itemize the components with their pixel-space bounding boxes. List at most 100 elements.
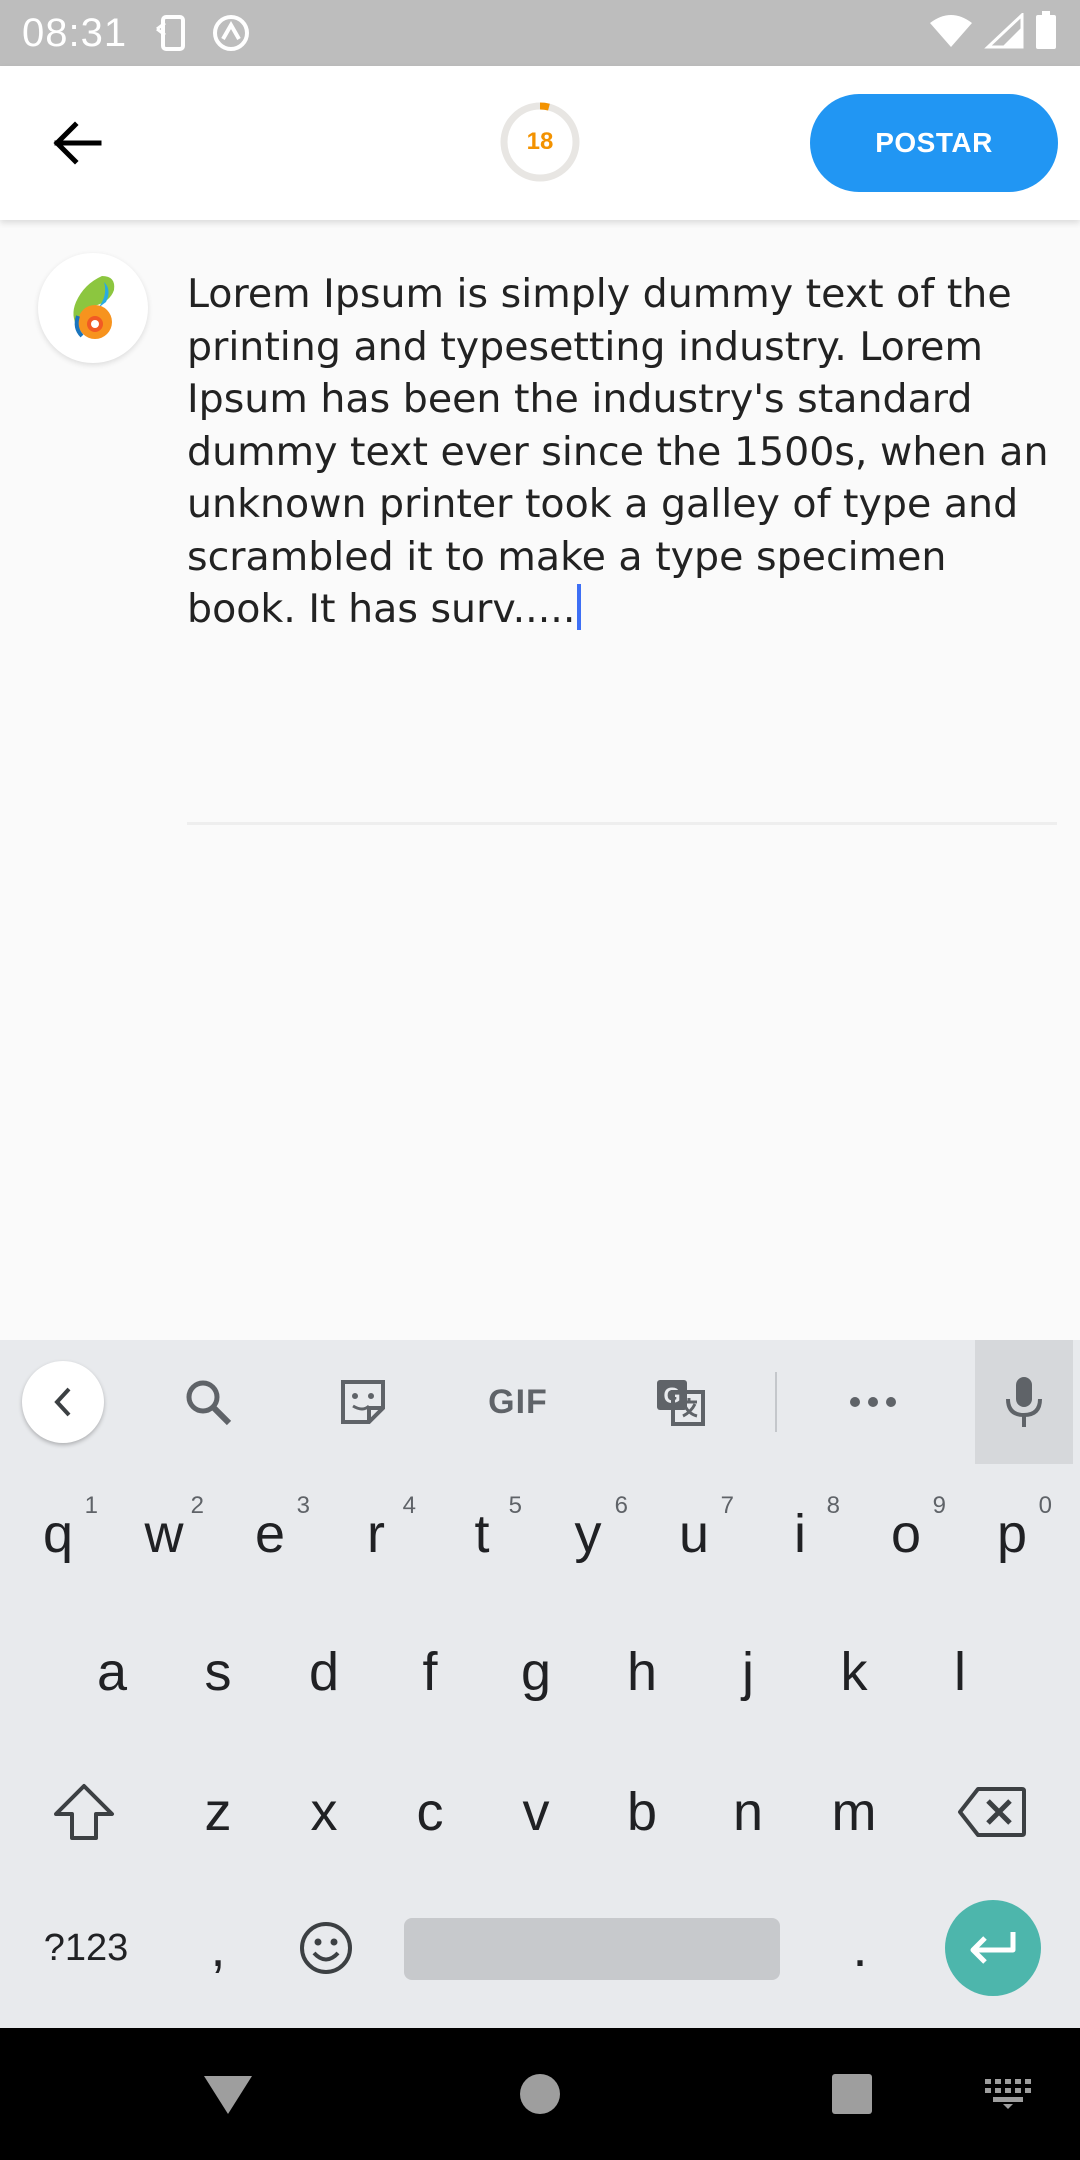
- keyboard-switch-icon: [985, 2079, 1031, 2109]
- nav-recents-icon: [832, 2074, 872, 2114]
- comma-key[interactable]: ,: [168, 1888, 268, 2008]
- symbols-key[interactable]: ?123: [36, 1888, 136, 2008]
- app-logo-icon: [73, 276, 115, 339]
- key-x[interactable]: x: [274, 1752, 374, 1872]
- key-hint: 6: [614, 1492, 628, 1519]
- key-u[interactable]: u7: [644, 1474, 744, 1594]
- screen-rotate-icon: [155, 13, 191, 53]
- key-k[interactable]: k: [804, 1612, 904, 1732]
- gif-label: GIF: [488, 1382, 548, 1421]
- key-l[interactable]: l: [910, 1612, 1010, 1732]
- character-counter: 18: [498, 100, 582, 184]
- key-o[interactable]: o9: [856, 1474, 956, 1594]
- key-t[interactable]: t5: [432, 1474, 532, 1594]
- shift-icon: [54, 1784, 114, 1840]
- enter-icon: [970, 1932, 1016, 1964]
- key-f[interactable]: f: [380, 1612, 480, 1732]
- keyboard-mic-button[interactable]: [975, 1340, 1073, 1464]
- avatar: [38, 253, 148, 363]
- character-counter-value: 18: [526, 128, 554, 155]
- key-y[interactable]: y6: [538, 1474, 638, 1594]
- status-bar: 08:31: [0, 0, 1080, 66]
- key-hint: 3: [296, 1492, 310, 1519]
- sticker-icon: [341, 1380, 385, 1424]
- nav-recents-button[interactable]: [822, 2064, 882, 2124]
- key-label: i: [794, 1504, 806, 1564]
- key-g[interactable]: g: [486, 1612, 586, 1732]
- wifi-icon: [928, 13, 974, 53]
- key-label: t: [474, 1504, 490, 1564]
- keyboard-collapse-button[interactable]: [22, 1361, 104, 1443]
- key-hint: 9: [932, 1492, 946, 1519]
- key-h[interactable]: h: [592, 1612, 692, 1732]
- shift-key[interactable]: [34, 1752, 134, 1872]
- key-b[interactable]: b: [592, 1752, 692, 1872]
- key-hint: 5: [508, 1492, 522, 1519]
- key-s[interactable]: s: [168, 1612, 268, 1732]
- enter-key[interactable]: [945, 1900, 1041, 1996]
- key-i[interactable]: i8: [750, 1474, 850, 1594]
- key-label: q: [42, 1504, 74, 1564]
- key-e[interactable]: e3: [220, 1474, 320, 1594]
- key-w[interactable]: w2: [114, 1474, 214, 1594]
- nav-back-button[interactable]: [198, 2064, 258, 2124]
- vpn-icon: [211, 13, 251, 53]
- arrow-back-icon: [53, 121, 102, 165]
- period-key[interactable]: .: [810, 1888, 910, 2008]
- post-text-input[interactable]: Lorem Ipsum is simply dummy text of the …: [187, 268, 1057, 636]
- chevron-left-icon: [54, 1387, 71, 1417]
- toolbar-separator: [775, 1372, 777, 1432]
- navigation-bar: [0, 2028, 1080, 2160]
- signal-icon: [984, 11, 1024, 53]
- search-icon: [186, 1380, 232, 1426]
- key-p[interactable]: p0: [962, 1474, 1062, 1594]
- keyboard-sticker-button[interactable]: [323, 1362, 403, 1442]
- key-q[interactable]: q1: [8, 1474, 108, 1594]
- key-r[interactable]: r4: [326, 1474, 426, 1594]
- backspace-key[interactable]: [942, 1752, 1042, 1872]
- keyboard-more-button[interactable]: [833, 1362, 913, 1442]
- key-d[interactable]: d: [274, 1612, 374, 1732]
- key-label: p: [996, 1504, 1028, 1564]
- key-label: r: [367, 1504, 385, 1564]
- post-button[interactable]: POSTAR: [810, 94, 1058, 192]
- keyboard-toolbar: GIF G: [0, 1340, 1080, 1464]
- more-horiz-icon: [850, 1397, 896, 1407]
- key-n[interactable]: n: [698, 1752, 798, 1872]
- key-z[interactable]: z: [168, 1752, 268, 1872]
- keyboard-search-button[interactable]: [168, 1362, 248, 1442]
- key-hint: 2: [190, 1492, 204, 1519]
- key-hint: 0: [1038, 1492, 1052, 1519]
- keyboard-switch-button[interactable]: [978, 2064, 1038, 2124]
- key-hint: 4: [402, 1492, 416, 1519]
- key-label: o: [890, 1504, 922, 1564]
- nav-home-button[interactable]: [510, 2064, 570, 2124]
- back-button[interactable]: [44, 110, 110, 176]
- key-label: e: [254, 1504, 286, 1564]
- key-j[interactable]: j: [698, 1612, 798, 1732]
- space-bar[interactable]: [404, 1918, 780, 1980]
- key-m[interactable]: m: [804, 1752, 904, 1872]
- status-time: 08:31: [22, 10, 128, 55]
- key-c[interactable]: c: [380, 1752, 480, 1872]
- key-label: y: [574, 1504, 602, 1564]
- keyboard-gif-button[interactable]: GIF: [478, 1362, 558, 1442]
- nav-back-icon: [204, 2076, 252, 2114]
- key-hint: 8: [826, 1492, 840, 1519]
- compose-divider: [187, 822, 1057, 825]
- key-a[interactable]: a: [62, 1612, 162, 1732]
- mic-icon: [1006, 1377, 1042, 1427]
- emoji-icon: [300, 1922, 352, 1974]
- text-cursor: [577, 584, 582, 630]
- app-bar: 18 POSTAR: [0, 66, 1080, 220]
- battery-icon: [1034, 11, 1058, 55]
- keyboard-translate-button[interactable]: G: [640, 1362, 720, 1442]
- emoji-key[interactable]: [276, 1888, 376, 2008]
- compose-screen: 08:31 18 POSTAR Lorem Ipsum is simply du…: [0, 0, 1080, 2160]
- key-v[interactable]: v: [486, 1752, 586, 1872]
- backspace-icon: [958, 1787, 1026, 1837]
- key-label: u: [678, 1504, 710, 1564]
- nav-home-icon: [520, 2074, 560, 2114]
- translate-icon: G: [657, 1380, 705, 1426]
- key-hint: 1: [84, 1492, 98, 1519]
